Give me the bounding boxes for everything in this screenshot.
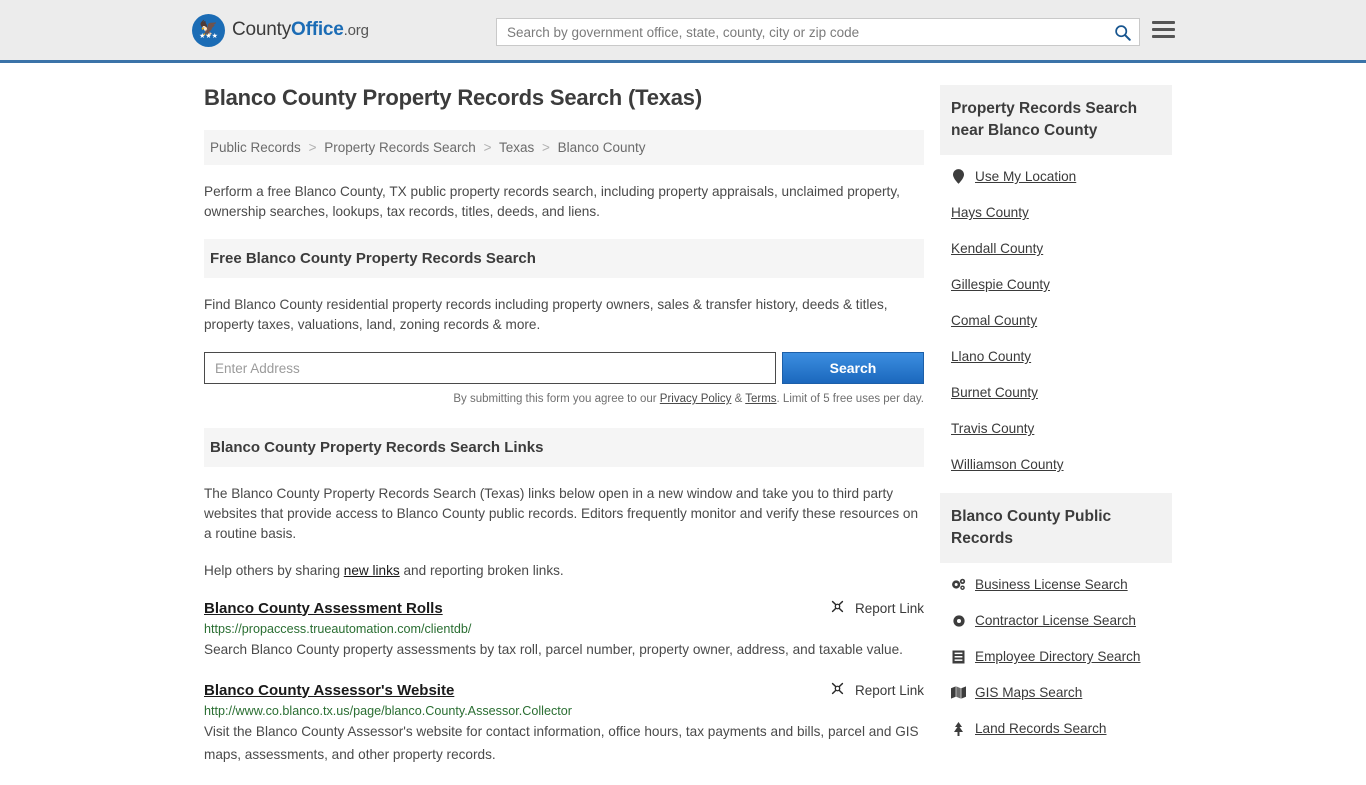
disclaimer-prefix: By submitting this form you agree to our: [453, 393, 660, 405]
public-records-heading: Blanco County Public Records: [940, 493, 1172, 563]
sidebar-item-contractor-license-search[interactable]: Contractor License Search: [940, 613, 1172, 628]
sidebar-item-label: Contractor License Search: [975, 613, 1136, 628]
main-column: Blanco County Property Records Search (T…: [204, 63, 924, 785]
sidebar-item-label: GIS Maps Search: [975, 685, 1083, 700]
breadcrumb-item-3[interactable]: Blanco County: [558, 140, 646, 155]
report-link-label: Report Link: [854, 682, 924, 698]
terms-link[interactable]: Terms: [745, 393, 776, 405]
sidebar-item-hays-county[interactable]: Hays County: [940, 205, 1172, 220]
sidebar-item-label: Comal County: [951, 313, 1038, 328]
hamburger-menu-icon[interactable]: [1152, 21, 1175, 38]
sidebar-item-label: Llano County: [951, 349, 1032, 364]
tree-icon: [951, 721, 966, 736]
report-link-button[interactable]: Report Link: [829, 598, 924, 618]
privacy-policy-link[interactable]: Privacy Policy: [660, 393, 732, 405]
breadcrumb-separator: >: [308, 140, 317, 155]
sidebar-item-business-license-search[interactable]: Business License Search: [940, 577, 1172, 592]
result-url: http://www.co.blanco.tx.us/page/blanco.C…: [204, 704, 572, 718]
address-input[interactable]: [204, 352, 776, 384]
nearby-search-heading: Property Records Search near Blanco Coun…: [940, 85, 1172, 155]
sidebar-item-gis-maps-search[interactable]: GIS Maps Search: [940, 685, 1172, 700]
report-link-label: Report Link: [854, 600, 924, 616]
logo-text: CountyOffice.org: [232, 19, 369, 41]
help-suffix: and reporting broken links.: [399, 563, 564, 578]
site-header: 🦅 ★★★ CountyOffice.org: [0, 0, 1366, 63]
disclaimer-amp: &: [731, 393, 746, 405]
global-search-box[interactable]: [496, 18, 1140, 46]
form-disclaimer: By submitting this form you agree to our…: [204, 393, 924, 405]
breadcrumb: Public Records > Property Records Search…: [204, 130, 924, 165]
sidebar-item-label: Business License Search: [975, 577, 1128, 592]
logo-text-tld: .org: [343, 22, 369, 39]
help-share-line: Help others by sharing new links and rep…: [204, 561, 924, 581]
sidebar-item-land-records-search[interactable]: Land Records Search: [940, 721, 1172, 736]
sidebar-item-employee-directory-search[interactable]: Employee Directory Search: [940, 649, 1172, 664]
intro-paragraph: Perform a free Blanco County, TX public …: [204, 184, 900, 219]
page-title: Blanco County Property Records Search (T…: [204, 85, 702, 110]
breadcrumb-item-1[interactable]: Property Records Search: [324, 140, 476, 155]
breadcrumb-separator: >: [542, 140, 550, 155]
search-input[interactable]: [497, 24, 1105, 40]
sidebar-item-travis-county[interactable]: Travis County: [940, 421, 1172, 436]
sidebar-item-label: Use My Location: [975, 169, 1077, 184]
result-item: Blanco County Assessment Rolls Report Li…: [204, 598, 924, 661]
sidebar-item-label: Burnet County: [951, 385, 1038, 400]
report-link-button[interactable]: Report Link: [829, 680, 924, 700]
sidebar-item-label: Employee Directory Search: [975, 649, 1141, 664]
map-pin-icon: [951, 169, 966, 184]
result-description: Search Blanco County property assessment…: [204, 642, 903, 657]
sidebar-item-label: Land Records Search: [975, 721, 1107, 736]
result-description: Visit the Blanco County Assessor's websi…: [204, 724, 919, 762]
address-search-form: Search: [204, 352, 924, 384]
gears-icon: [951, 578, 966, 592]
free-search-heading: Free Blanco County Property Records Sear…: [204, 239, 924, 278]
sidebar: Property Records Search near Blanco Coun…: [940, 63, 1172, 785]
sidebar-item-burnet-county[interactable]: Burnet County: [940, 385, 1172, 400]
page-body: Blanco County Property Records Search (T…: [0, 63, 1366, 785]
help-prefix: Help others by sharing: [204, 563, 344, 578]
result-item: Blanco County Assessor's Website Report …: [204, 680, 924, 766]
logo-text-part1: County: [232, 19, 292, 40]
links-section-paragraph: The Blanco County Property Records Searc…: [204, 486, 919, 541]
sidebar-item-label: Williamson County: [951, 457, 1064, 472]
breadcrumb-item-2[interactable]: Texas: [499, 140, 534, 155]
result-title-link[interactable]: Blanco County Assessment Rolls: [204, 600, 443, 617]
sidebar-item-label: Gillespie County: [951, 277, 1050, 292]
breadcrumb-item-0[interactable]: Public Records: [210, 140, 301, 155]
sidebar-item-williamson-county[interactable]: Williamson County: [940, 457, 1172, 472]
sidebar-item-use-my-location[interactable]: Use My Location: [940, 169, 1172, 184]
disclaimer-suffix: . Limit of 5 free uses per day.: [776, 393, 924, 405]
book-icon: [951, 650, 966, 664]
sidebar-item-comal-county[interactable]: Comal County: [940, 313, 1172, 328]
logo-text-part2: Office: [291, 19, 344, 40]
links-section-heading: Blanco County Property Records Search Li…: [204, 428, 924, 467]
search-icon[interactable]: [1105, 24, 1139, 41]
site-logo[interactable]: 🦅 ★★★ CountyOffice.org: [192, 13, 369, 47]
sidebar-item-llano-county[interactable]: Llano County: [940, 349, 1172, 364]
breadcrumb-separator: >: [483, 140, 492, 155]
broken-link-icon: [829, 598, 846, 618]
sidebar-item-label: Travis County: [951, 421, 1035, 436]
sidebar-item-kendall-county[interactable]: Kendall County: [940, 241, 1172, 256]
result-url: https://propaccess.trueautomation.com/cl…: [204, 622, 472, 636]
broken-link-icon: [829, 680, 846, 700]
new-links-link[interactable]: new links: [344, 563, 400, 578]
result-title-link[interactable]: Blanco County Assessor's Website: [204, 682, 454, 699]
map-icon: [951, 686, 966, 699]
eagle-logo-icon: 🦅 ★★★: [192, 13, 225, 47]
sidebar-item-label: Hays County: [951, 205, 1029, 220]
search-button[interactable]: Search: [782, 352, 924, 384]
free-search-description: Find Blanco County residential property …: [204, 297, 888, 332]
result-header: Blanco County Assessor's Website Report …: [204, 680, 924, 700]
gear-icon: [951, 614, 966, 628]
sidebar-item-label: Kendall County: [951, 241, 1044, 256]
sidebar-item-gillespie-county[interactable]: Gillespie County: [940, 277, 1172, 292]
result-header: Blanco County Assessment Rolls Report Li…: [204, 598, 924, 618]
